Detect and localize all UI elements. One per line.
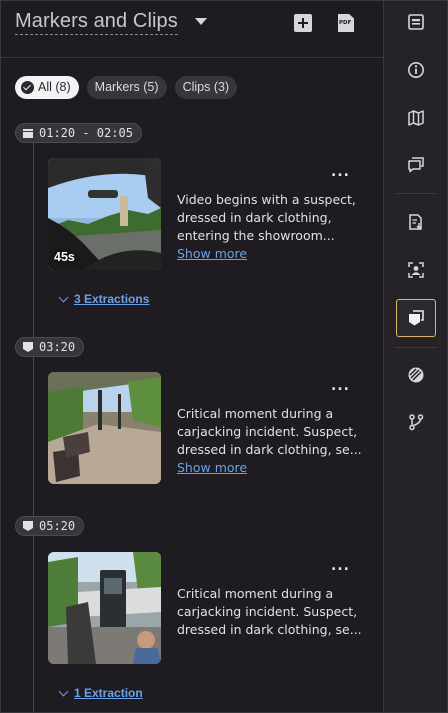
- add-square-icon[interactable]: [294, 14, 312, 32]
- filter-chip-all[interactable]: All (8): [15, 76, 79, 99]
- info-icon-glyph: [408, 62, 424, 78]
- marker-thumbnail[interactable]: [48, 552, 161, 664]
- panel-header: Markers and Clips PDF: [1, 1, 383, 58]
- check-circle-icon: [21, 81, 34, 94]
- clip-description: Video begins with a suspect, dressed in …: [177, 191, 362, 263]
- filter-chip-markers[interactable]: Markers (5): [86, 76, 167, 99]
- show-more-link[interactable]: Show more: [177, 245, 247, 263]
- timestamp-text: 05:20: [39, 519, 76, 533]
- right-sidebar: [383, 1, 447, 712]
- filter-chip-label: All (8): [38, 80, 71, 94]
- overview-icon-glyph: [408, 14, 424, 30]
- timestamp-badge: 01:20 - 02:05: [15, 123, 142, 143]
- show-more-link[interactable]: Show more: [177, 459, 247, 477]
- more-options-icon[interactable]: ...: [331, 164, 350, 180]
- timestamp-badge: 05:20: [15, 516, 85, 536]
- comments-icon-glyph: [408, 157, 424, 173]
- overview-icon[interactable]: [396, 3, 436, 41]
- description-line: carjacking incident. Suspect,: [177, 424, 358, 439]
- marker-icon: [23, 342, 33, 352]
- charging-station-image: [48, 552, 161, 664]
- map-icon-glyph: [408, 110, 424, 126]
- description-line: Video begins with a suspect,: [177, 192, 356, 207]
- clip-duration: 45s: [54, 250, 75, 264]
- description-line: dressed in dark clothing, se...: [177, 442, 362, 457]
- branch-icon[interactable]: [396, 403, 436, 441]
- marker-description: Critical moment during a carjacking inci…: [177, 585, 362, 639]
- timeline-line: [33, 141, 34, 712]
- branch-icon-glyph: [409, 414, 424, 431]
- more-options-icon[interactable]: ...: [331, 378, 350, 394]
- pdf-label: PDF: [339, 20, 352, 26]
- marker-thumbnail[interactable]: [48, 372, 161, 484]
- description-line: dressed in dark clothing,: [177, 210, 332, 225]
- description-line: carjacking incident. Suspect,: [177, 604, 358, 619]
- map-icon[interactable]: [396, 99, 436, 137]
- extractions-label: 1 Extraction: [74, 686, 143, 700]
- marker-icon: [23, 521, 33, 531]
- filter-chip-clips[interactable]: Clips (3): [174, 76, 238, 99]
- extractions-toggle[interactable]: 1 Extraction: [58, 686, 143, 700]
- clip-thumbnail[interactable]: 45s: [48, 158, 161, 270]
- markers-icon[interactable]: [396, 299, 436, 337]
- chevron-down-icon: [58, 292, 69, 302]
- filter-chips: All (8) Markers (5) Clips (3): [15, 76, 238, 99]
- redact-icon[interactable]: [396, 356, 436, 394]
- description-line: dressed in dark clothing, se...: [177, 622, 362, 637]
- face-detect-icon-glyph: [408, 262, 424, 278]
- face-detect-icon[interactable]: [396, 251, 436, 289]
- report-download-icon-glyph: [409, 214, 422, 230]
- marker-card[interactable]: ... Critical moment during a carjacking …: [48, 552, 368, 664]
- timestamp-badge: 03:20: [15, 337, 85, 357]
- comments-icon[interactable]: [396, 145, 436, 183]
- description-line: entering the showroom...: [177, 228, 335, 243]
- clip-icon: [23, 128, 33, 138]
- info-icon[interactable]: [396, 51, 436, 89]
- redact-icon-glyph: [408, 367, 424, 383]
- chevron-down-icon: [58, 686, 69, 696]
- extractions-toggle[interactable]: 3 Extractions: [58, 292, 150, 306]
- sidebar-divider: [396, 347, 436, 348]
- extractions-label: 3 Extractions: [74, 292, 150, 306]
- report-download-icon[interactable]: [396, 203, 436, 241]
- chevron-down-icon[interactable]: [195, 18, 207, 25]
- panel-title[interactable]: Markers and Clips: [15, 10, 178, 35]
- patio-image: [48, 372, 161, 484]
- markers-icon-glyph: [409, 310, 424, 326]
- clip-card[interactable]: 45s ... Video begins with a suspect, dre…: [48, 158, 368, 270]
- description-line: Critical moment during a: [177, 406, 334, 421]
- pdf-file-icon[interactable]: PDF: [338, 14, 354, 32]
- sidebar-divider: [396, 193, 436, 194]
- timestamp-text: 03:20: [39, 340, 76, 354]
- markers-panel: Markers and Clips PDF All (8) Markers (5…: [1, 1, 383, 712]
- marker-description: Critical moment during a carjacking inci…: [177, 405, 362, 477]
- description-line: Critical moment during a: [177, 586, 334, 601]
- marker-card[interactable]: ... Critical moment during a carjacking …: [48, 372, 368, 484]
- timestamp-text: 01:20 - 02:05: [39, 126, 133, 140]
- more-options-icon[interactable]: ...: [331, 558, 350, 574]
